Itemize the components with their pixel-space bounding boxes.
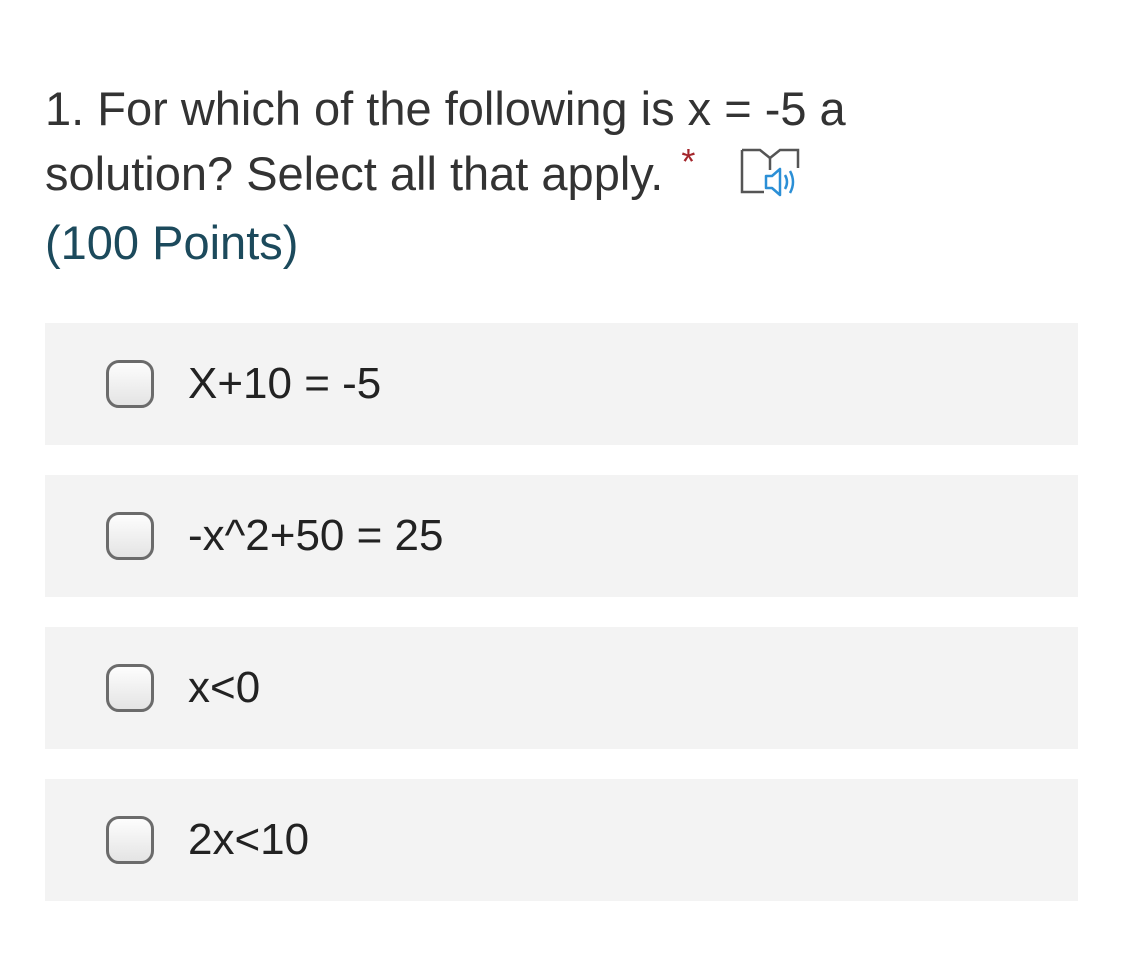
question-header: 1. For which of the following is x = -5 …	[45, 76, 1045, 275]
question-title-line-1: 1. For which of the following is x = -5 …	[45, 76, 1045, 141]
option-label: x<0	[188, 663, 261, 712]
required-asterisk: *	[681, 141, 696, 182]
question-text-2: solution? Select all that apply.	[45, 147, 664, 200]
immersive-reader-icon-svg	[741, 148, 800, 197]
option-item[interactable]: X+10 = -5	[45, 323, 1078, 445]
option-checkbox[interactable]	[106, 664, 154, 712]
option-checkbox[interactable]	[106, 816, 154, 864]
question-title-line-2: solution? Select all that apply. *	[45, 141, 1045, 210]
option-item[interactable]: x<0	[45, 627, 1078, 749]
option-item[interactable]: -x^2+50 = 25	[45, 475, 1078, 597]
option-label: -x^2+50 = 25	[188, 511, 444, 560]
option-item[interactable]: 2x<10	[45, 779, 1078, 901]
question-text-1: For which of the following is x = -5 a	[97, 82, 846, 135]
option-label: 2x<10	[188, 815, 310, 864]
question-points: (100 Points)	[45, 216, 299, 269]
option-checkbox[interactable]	[106, 360, 154, 408]
option-checkbox[interactable]	[106, 512, 154, 560]
answer-options: X+10 = -5 -x^2+50 = 25 x<0 2x<10	[45, 323, 1078, 931]
question-number: 1.	[45, 82, 85, 135]
option-label: X+10 = -5	[188, 359, 382, 408]
immersive-reader-icon[interactable]	[738, 144, 802, 200]
